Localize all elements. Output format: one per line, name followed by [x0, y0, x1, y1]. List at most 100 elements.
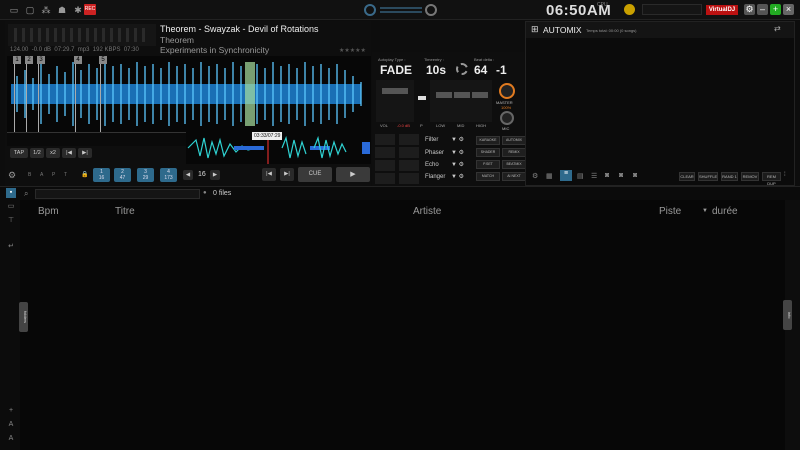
camera-icon[interactable]: ◙ [605, 172, 609, 179]
add-icon[interactable]: + [6, 406, 16, 416]
col-track[interactable]: Piste [659, 206, 681, 217]
right-info-tab[interactable]: info [783, 300, 792, 330]
beatmix-button[interactable]: BEATMIX [502, 160, 526, 169]
loop-pad-2[interactable]: 2 47 [114, 168, 131, 182]
pitch-fader[interactable] [418, 96, 426, 100]
shuffle-icon[interactable]: ⇄ [774, 24, 781, 33]
loop-pad-1[interactable]: 1 16 [93, 168, 110, 182]
deck-letter-p[interactable]: P [52, 172, 55, 178]
fx-echo-label[interactable]: Echo [425, 162, 439, 168]
cue-button[interactable]: CUE [298, 167, 332, 182]
beat-delta-value[interactable]: 64 [474, 63, 487, 77]
minimize-button[interactable]: – [757, 4, 768, 15]
fx-flanger-label[interactable]: Flanger [425, 174, 445, 180]
sample-pad-4[interactable] [399, 147, 419, 158]
sort-icon[interactable]: ☰ [591, 172, 597, 180]
sample-pad-8[interactable] [399, 173, 419, 184]
loop-double-button[interactable]: ▶ [210, 170, 220, 180]
mixer-icon[interactable]: ⁂ [40, 5, 52, 15]
left-folders-tab[interactable]: folders [19, 302, 28, 332]
fx-phaser-label[interactable]: Phaser [425, 150, 444, 156]
cue-marker-4[interactable]: 4 [74, 56, 82, 64]
sample-pad-5[interactable] [375, 160, 395, 171]
pset-button[interactable]: P.SET [476, 160, 500, 169]
shader-button[interactable]: SHADER [476, 148, 500, 157]
font-a2-icon[interactable]: A [6, 434, 16, 444]
double-button[interactable]: x2 [46, 148, 60, 158]
settings-icon[interactable]: ✱ [72, 5, 84, 15]
ai-next-button[interactable]: AI NEXT [502, 172, 526, 181]
rand1-button[interactable]: RAND 1 [721, 172, 738, 181]
font-a-icon[interactable]: A [6, 420, 16, 430]
shuffle-button[interactable]: SHUFFLE [698, 172, 718, 181]
col-title[interactable]: Titre [115, 206, 135, 217]
sampler-icon[interactable]: ☗ [56, 5, 68, 15]
cue-marker-3[interactable]: 3 [37, 56, 45, 64]
clear-button[interactable]: CLEAR [679, 172, 695, 181]
automix-settings-icon[interactable]: ⚙ [532, 172, 538, 180]
play-button[interactable]: ▶ [336, 167, 370, 182]
camera3-icon[interactable]: ◙ [633, 172, 637, 179]
filter-icon[interactable]: ⊤ [6, 216, 16, 226]
loop-pad-4[interactable]: 4 173 [160, 168, 177, 182]
record-button[interactable]: REC [84, 4, 96, 15]
waveform[interactable]: 1 2 3 4 5 [7, 56, 371, 132]
autoplay-type-value[interactable]: FADE [380, 63, 412, 77]
maximize-button[interactable]: + [770, 4, 781, 15]
remix-button[interactable]: REMIX [502, 148, 526, 157]
deck-letter-b[interactable]: B [28, 172, 31, 178]
sample-pad-6[interactable] [399, 160, 419, 171]
cue-marker-2[interactable]: 2 [25, 56, 33, 64]
window-icon[interactable]: ▢ [24, 5, 36, 15]
jump-start-button[interactable]: |◀ [262, 168, 276, 181]
prev-beat-button[interactable]: |◀ [62, 148, 76, 158]
sample-pad-1[interactable] [375, 134, 395, 145]
mic-knob[interactable] [500, 111, 514, 125]
sample-pad-3[interactable] [375, 147, 395, 158]
sample-pad-2[interactable] [399, 134, 419, 145]
volume-fader[interactable] [376, 80, 414, 122]
col-artist[interactable]: Artiste [413, 206, 441, 217]
mini-waveform[interactable]: 03:33/07:29 [186, 132, 371, 164]
karaoke-button[interactable]: KARAOKE [476, 136, 500, 145]
tap-button[interactable]: TAP [10, 148, 28, 158]
time-value[interactable]: 10s [426, 63, 446, 77]
settings-button[interactable]: ⚙ [744, 4, 755, 15]
beat-delta-offset[interactable]: -1 [496, 63, 507, 77]
sample-pad-7[interactable] [375, 173, 395, 184]
automix-button[interactable]: AUTOMIX [502, 136, 526, 145]
columns-icon[interactable]: ▤ [577, 172, 584, 180]
cue-marker-1[interactable]: 1 [13, 56, 21, 64]
jump-end-button[interactable]: ▶| [280, 168, 294, 181]
deck-letter-a[interactable]: A [40, 172, 43, 178]
half-button[interactable]: 1/2 [30, 148, 44, 158]
master-knob[interactable] [499, 83, 515, 99]
camera2-icon[interactable]: ◙ [619, 172, 623, 179]
search-input[interactable] [35, 189, 200, 199]
deck-settings-icon[interactable]: ⚙ [8, 170, 16, 181]
remov-button[interactable]: REMOV [741, 172, 759, 181]
close-button[interactable]: × [783, 4, 794, 15]
loop-halve-button[interactable]: ◀ [183, 170, 193, 180]
grid-icon[interactable]: ▦ [546, 172, 553, 180]
col-bpm[interactable]: Bpm [38, 206, 59, 217]
eq-faders[interactable] [430, 80, 492, 122]
fx1-dropdown-icon[interactable]: ▼ ⚙ [451, 136, 464, 143]
lock-icon[interactable]: 🔒 [81, 171, 88, 178]
fx-filter-label[interactable]: Filter [425, 137, 438, 143]
list-icon[interactable]: ≡ [560, 170, 572, 181]
fx4-dropdown-icon[interactable]: ▼ ⚙ [451, 173, 464, 180]
loop-pad-3[interactable]: 3 29 [137, 168, 154, 182]
browser-home-icon[interactable]: ▪ [6, 188, 16, 198]
automix-menu-icon[interactable]: ⁞ [784, 172, 786, 178]
deck-letter-t[interactable]: T [64, 172, 67, 178]
search-bar-top[interactable] [642, 4, 702, 15]
fx2-dropdown-icon[interactable]: ▼ ⚙ [451, 149, 464, 156]
rem-dup-button[interactable]: REM DUP [762, 172, 781, 186]
folder-icon[interactable]: ▭ [6, 202, 16, 212]
next-beat-button[interactable]: ▶| [78, 148, 92, 158]
rating-stars[interactable]: ★★★★★ [339, 47, 366, 54]
cue-marker-5[interactable]: 5 [99, 56, 107, 64]
monitor-icon[interactable]: ▭ [8, 5, 20, 15]
col-duration[interactable]: durée [712, 206, 738, 217]
